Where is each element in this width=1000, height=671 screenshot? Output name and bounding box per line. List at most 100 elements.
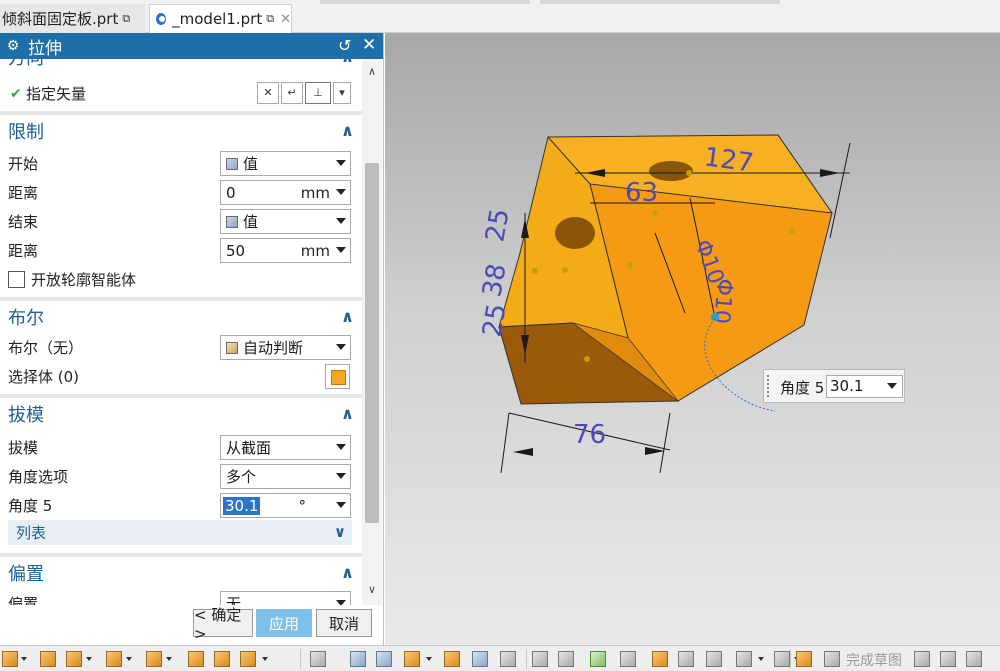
- reverse-direction-icon[interactable]: ✕: [257, 81, 279, 104]
- chevron-down-icon[interactable]: [336, 160, 346, 166]
- chevron-down-icon[interactable]: [758, 657, 764, 661]
- chevron-down-icon[interactable]: [336, 344, 346, 350]
- sketch-task-icon[interactable]: [796, 651, 812, 667]
- scroll-up-icon[interactable]: ∧: [362, 65, 382, 83]
- draft-select[interactable]: 从截面: [220, 435, 351, 460]
- pin-icon[interactable]: ⧉: [122, 12, 130, 26]
- gear-icon[interactable]: ⚙: [4, 38, 22, 54]
- angle-value[interactable]: 30.1: [223, 496, 261, 515]
- boolean-select[interactable]: 自动判断: [220, 335, 351, 360]
- chevron-down-icon[interactable]: [126, 657, 132, 661]
- hole-front[interactable]: [555, 217, 595, 249]
- chevron-up-icon[interactable]: ∧: [341, 59, 354, 66]
- angle-popup-field[interactable]: 30.1: [826, 375, 903, 398]
- display-icon[interactable]: [774, 651, 790, 667]
- chevron-down-icon[interactable]: [166, 657, 172, 661]
- chevron-down-icon[interactable]: [336, 189, 346, 195]
- close-icon[interactable]: ✕: [280, 12, 291, 27]
- line-icon[interactable]: [940, 651, 956, 667]
- dimension-38: 38: [477, 261, 512, 299]
- start-distance-value[interactable]: 0: [226, 184, 236, 202]
- cancel-button[interactable]: 取消: [316, 609, 372, 637]
- ruler-icon[interactable]: [706, 651, 722, 667]
- feature-icon[interactable]: [146, 651, 162, 667]
- feature-icon[interactable]: [40, 651, 56, 667]
- tab-file-1[interactable]: 倾斜面固定板.prt ⧉: [0, 4, 145, 33]
- ok-button[interactable]: < 确定 >: [193, 606, 253, 643]
- chevron-down-icon[interactable]: [887, 383, 897, 389]
- angle-option-select[interactable]: 多个: [220, 464, 351, 489]
- reset-icon[interactable]: ↺: [338, 36, 351, 55]
- feature-icon[interactable]: [2, 651, 18, 667]
- sketch-icon[interactable]: [350, 651, 366, 667]
- chevron-down-icon[interactable]: [336, 473, 346, 479]
- chevron-up-icon[interactable]: ∧: [341, 121, 354, 140]
- hammer-icon[interactable]: [678, 651, 694, 667]
- feature-icon[interactable]: [404, 651, 420, 667]
- close-icon[interactable]: ✕: [362, 35, 376, 55]
- chevron-down-icon[interactable]: [336, 247, 346, 253]
- section-header-offset[interactable]: 偏置 ∧: [0, 557, 362, 589]
- pin-icon[interactable]: ⧉: [266, 12, 274, 26]
- box-icon[interactable]: [620, 651, 636, 667]
- part-model[interactable]: 127 63 25 38 25 76 Φ10 Φ10: [385, 33, 1000, 645]
- dialog-scrollbar[interactable]: ∧ ∨: [362, 59, 382, 605]
- chain-icon[interactable]: [652, 651, 668, 667]
- move-icon[interactable]: [532, 651, 548, 667]
- feature-icon[interactable]: [66, 651, 82, 667]
- vector-dialog-icon[interactable]: ↵: [281, 81, 303, 104]
- chevron-up-icon[interactable]: ∧: [341, 404, 354, 423]
- finish-flag-icon[interactable]: [824, 651, 840, 667]
- vector-dropdown[interactable]: ▾: [333, 81, 351, 104]
- chevron-down-icon[interactable]: [86, 657, 92, 661]
- mirror-icon[interactable]: [472, 651, 488, 667]
- dialog-footer: < 确定 > 应用 取消: [0, 605, 383, 645]
- open-profile-checkbox[interactable]: [8, 271, 25, 288]
- angle-field[interactable]: 30.1 °: [220, 493, 351, 518]
- finish-sketch-label[interactable]: 完成草图: [846, 650, 902, 670]
- feature-icon[interactable]: [214, 651, 230, 667]
- feature-icon[interactable]: [444, 651, 460, 667]
- chevron-up-icon[interactable]: ∧: [341, 307, 354, 326]
- section-header-boolean[interactable]: 布尔 ∧: [0, 301, 362, 333]
- start-distance-field[interactable]: 0 mm: [220, 180, 351, 205]
- chevron-down-icon[interactable]: [262, 657, 268, 661]
- feature-icon[interactable]: [240, 651, 256, 667]
- scroll-down-icon[interactable]: ∨: [362, 583, 382, 601]
- section-header-direction[interactable]: 方向 ∧: [0, 59, 362, 73]
- profile-icon[interactable]: [914, 651, 930, 667]
- section-header-limits[interactable]: 限制 ∧: [0, 115, 362, 147]
- chevron-up-icon[interactable]: ∧: [341, 563, 354, 582]
- section-header-draft[interactable]: 拔模 ∧: [0, 398, 362, 430]
- vector-type-icon[interactable]: ⊥: [305, 81, 331, 104]
- apply-button[interactable]: 应用: [256, 609, 312, 637]
- drag-grip-icon[interactable]: [767, 375, 770, 397]
- offset-icon[interactable]: [558, 651, 574, 667]
- table-icon[interactable]: [590, 651, 606, 667]
- start-select[interactable]: 值: [220, 151, 351, 176]
- view-icon[interactable]: [736, 651, 752, 667]
- chevron-down-icon[interactable]: [336, 502, 346, 508]
- end-distance-value[interactable]: 50: [226, 242, 245, 260]
- end-distance-field[interactable]: 50 mm: [220, 238, 351, 263]
- chevron-down-icon[interactable]: [21, 657, 27, 661]
- scroll-thumb[interactable]: [365, 163, 379, 523]
- feature-icon[interactable]: [188, 651, 204, 667]
- tab-file-2[interactable]: _model1.prt ⧉ ✕: [149, 4, 292, 33]
- edit-icon[interactable]: [310, 651, 326, 667]
- select-body-icon[interactable]: [325, 364, 350, 389]
- end-select[interactable]: 值: [220, 209, 351, 234]
- graphics-viewport[interactable]: 127 63 25 38 25 76 Φ10 Φ10 角度 5 30.1: [385, 33, 1000, 645]
- angle-popup-value[interactable]: 30.1: [830, 377, 863, 395]
- feature-icon[interactable]: [106, 651, 122, 667]
- datum-icon[interactable]: [376, 651, 392, 667]
- dimension-25-lower: 25: [477, 301, 512, 339]
- trim-icon[interactable]: [500, 651, 516, 667]
- chevron-down-icon[interactable]: [336, 218, 346, 224]
- chevron-down-icon[interactable]: ∨: [334, 523, 346, 541]
- arc-icon[interactable]: [966, 651, 982, 667]
- chevron-down-icon[interactable]: [336, 444, 346, 450]
- chevron-down-icon[interactable]: [426, 657, 432, 661]
- angle-handle[interactable]: [711, 313, 719, 321]
- list-expander[interactable]: 列表 ∨: [8, 520, 352, 545]
